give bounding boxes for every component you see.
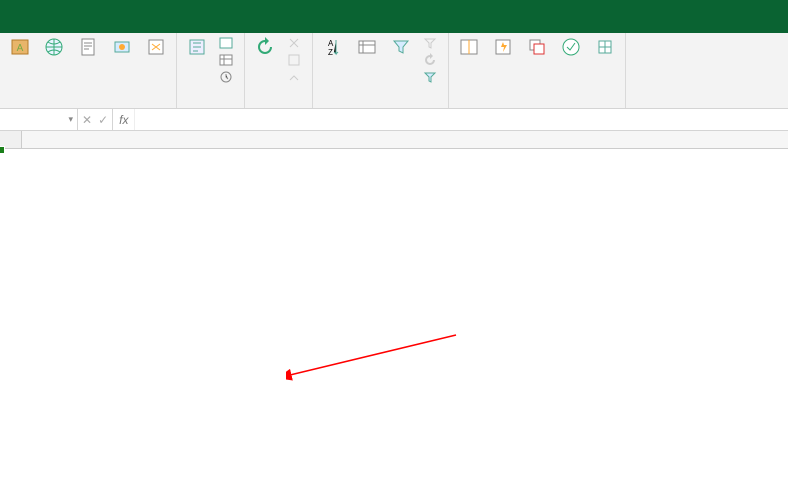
svg-text:Z: Z: [328, 48, 333, 57]
show-queries-icon: [219, 36, 233, 50]
reapply-icon: [423, 53, 437, 67]
recent-sources-button[interactable]: [217, 69, 238, 85]
ribbon-tabs: [0, 7, 788, 33]
group-external-data: A: [0, 33, 177, 108]
flash-fill-icon: [493, 37, 513, 57]
group-label: [183, 105, 238, 108]
worksheet[interactable]: [0, 131, 788, 149]
formula-bar-row: ✕ ✓ fx: [0, 109, 788, 131]
remove-dup-button[interactable]: [523, 35, 551, 61]
name-box[interactable]: [0, 109, 78, 130]
from-web-button[interactable]: [40, 35, 68, 61]
connections-button[interactable]: [285, 35, 306, 51]
edit-links-icon: [287, 70, 301, 84]
access-icon: A: [10, 37, 30, 57]
dedup-icon: [527, 37, 547, 57]
refresh-all-button[interactable]: [251, 35, 279, 61]
sort-az-button[interactable]: AZ: [319, 35, 347, 59]
clear-icon: [423, 36, 437, 50]
group-sort-filter: AZ: [313, 33, 449, 108]
properties-button[interactable]: [285, 52, 306, 68]
other-source-icon: [112, 37, 132, 57]
svg-text:A: A: [17, 43, 24, 54]
clear-filter-button[interactable]: [421, 35, 442, 51]
split-icon: [459, 37, 479, 57]
ribbon: A AZ: [0, 33, 788, 109]
fx-icon[interactable]: fx: [113, 109, 135, 130]
connections-icon: [287, 36, 301, 50]
column-headers[interactable]: [22, 131, 788, 149]
group-label: [251, 105, 306, 108]
globe-icon: [44, 37, 64, 57]
text-file-icon: [78, 37, 98, 57]
cancel-icon[interactable]: ✕: [82, 113, 92, 127]
sort-button[interactable]: [353, 35, 381, 61]
flash-fill-button[interactable]: [489, 35, 517, 61]
filter-icon: [391, 37, 411, 57]
consolidate-button[interactable]: [591, 35, 619, 61]
filter-button[interactable]: [387, 35, 415, 61]
existing-conn-button[interactable]: [142, 35, 170, 61]
show-queries-button[interactable]: [217, 35, 238, 51]
advanced-button[interactable]: [421, 69, 442, 85]
from-table-button[interactable]: [217, 52, 238, 68]
validation-icon: [561, 37, 581, 57]
sort-icon: [357, 37, 377, 57]
reapply-button[interactable]: [421, 52, 442, 68]
enter-icon[interactable]: ✓: [98, 113, 108, 127]
from-text-button[interactable]: [74, 35, 102, 61]
from-table-icon: [219, 53, 233, 67]
advanced-icon: [423, 70, 437, 84]
new-query-icon: [187, 37, 207, 57]
group-data-tools: [449, 33, 626, 108]
recent-icon: [219, 70, 233, 84]
text-to-columns-button[interactable]: [455, 35, 483, 61]
formula-bar[interactable]: [135, 109, 788, 130]
from-other-button[interactable]: [108, 35, 136, 61]
properties-icon: [287, 53, 301, 67]
refresh-icon: [255, 37, 275, 57]
group-label: [455, 105, 619, 108]
consolidate-icon: [595, 37, 615, 57]
sort-az-icon: AZ: [323, 37, 343, 57]
selection-rectangle: [0, 149, 4, 153]
group-get-transform: [177, 33, 245, 108]
annotation-arrow: [286, 327, 466, 387]
new-query-button[interactable]: [183, 35, 211, 61]
svg-text:A: A: [328, 39, 334, 48]
data-validation-button[interactable]: [557, 35, 585, 61]
select-all-corner[interactable]: [0, 131, 22, 149]
formula-buttons: ✕ ✓: [78, 109, 113, 130]
group-label: [319, 105, 442, 108]
group-connections: [245, 33, 313, 108]
from-access-button[interactable]: A: [6, 35, 34, 61]
edit-links-button[interactable]: [285, 69, 306, 85]
title-bar: [0, 0, 788, 7]
existing-conn-icon: [146, 37, 166, 57]
group-label: [6, 105, 170, 108]
